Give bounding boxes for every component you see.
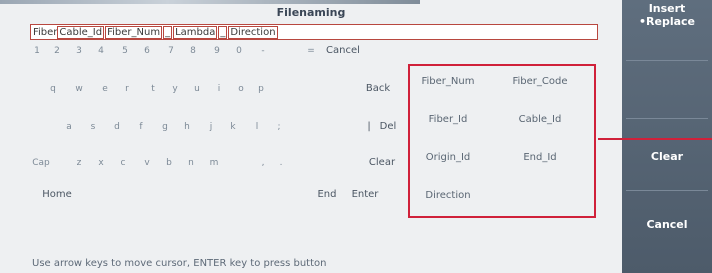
key-p[interactable]: p [254,80,268,98]
cancel-key[interactable]: Cancel [320,42,366,60]
cancel-button[interactable]: Cancel [622,218,712,231]
filename-field[interactable]: Fiber Cable_Id Fiber_Num _ Lambda _ Direction [30,24,598,40]
key-t[interactable]: t [146,80,160,98]
caps-key[interactable]: Cap [30,154,52,172]
key-6[interactable]: 6 [140,42,154,60]
key-l[interactable]: l [250,118,264,136]
key-x[interactable]: x [94,154,108,172]
key-y[interactable]: y [168,80,182,98]
side-divider [626,118,708,119]
key-c[interactable]: c [116,154,130,172]
filename-token: Fiber [33,27,58,38]
field-buttons-highlight [408,64,596,218]
cursor-bar: | [367,121,371,132]
key-semicolon[interactable]: ; [272,118,286,136]
key-n[interactable]: n [184,154,198,172]
side-divider [626,60,708,61]
key-f[interactable]: f [134,118,148,136]
key-r[interactable]: r [120,80,134,98]
filename-token: _ [218,26,228,39]
replace-label: •Replace [638,15,695,28]
filename-token: Fiber_Num [105,26,163,39]
key-9[interactable]: 9 [210,42,224,60]
key-j[interactable]: j [204,118,218,136]
key-7[interactable]: 7 [164,42,178,60]
key-o[interactable]: o [234,80,248,98]
key-e[interactable]: e [98,80,112,98]
clear-button[interactable]: Clear [622,150,712,163]
key-h[interactable]: h [180,118,194,136]
key-s[interactable]: s [86,118,100,136]
filename-token: Lambda [173,26,218,39]
key-0[interactable]: 0 [232,42,246,60]
key-3[interactable]: 3 [72,42,86,60]
key-k[interactable]: k [226,118,240,136]
filename-token: _ [163,26,173,39]
end-key[interactable]: End [314,186,340,204]
side-divider [626,190,708,191]
key-2[interactable]: 2 [50,42,64,60]
home-key[interactable]: Home [40,186,74,204]
filename-token: Cable_Id [57,26,105,39]
key-minus[interactable]: - [256,42,270,60]
key-equals[interactable]: = [304,42,318,60]
filenaming-dialog: Filenaming Fiber Cable_Id Fiber_Num _ Lambda… [0,0,622,273]
callout-line [598,138,712,140]
title-band [0,0,420,4]
del-key[interactable]: Del [376,118,400,136]
key-z[interactable]: z [72,154,86,172]
key-m[interactable]: m [206,154,222,172]
key-4[interactable]: 4 [94,42,108,60]
clear-key[interactable]: Clear [364,154,400,172]
key-g[interactable]: g [158,118,172,136]
key-u[interactable]: u [190,80,204,98]
key-v[interactable]: v [140,154,154,172]
enter-key[interactable]: Enter [348,186,382,204]
help-hint: Use arrow keys to move cursor, ENTER key… [32,258,327,269]
back-key[interactable]: Back [360,80,396,98]
key-a[interactable]: a [62,118,76,136]
key-8[interactable]: 8 [186,42,200,60]
filename-token: Direction [228,26,278,39]
dialog-title: Filenaming [276,6,346,19]
key-w[interactable]: w [72,80,86,98]
key-d[interactable]: d [110,118,124,136]
key-5[interactable]: 5 [118,42,132,60]
key-q[interactable]: q [46,80,60,98]
insert-replace-toggle[interactable]: Insert •Replace [622,2,712,28]
key-1[interactable]: 1 [30,42,44,60]
side-panel: Insert •Replace Clear Cancel [622,0,712,273]
key-comma[interactable]: , [256,154,270,172]
key-period[interactable]: . [274,154,288,172]
key-b[interactable]: b [162,154,176,172]
insert-label: Insert [648,2,686,15]
key-i[interactable]: i [212,80,226,98]
